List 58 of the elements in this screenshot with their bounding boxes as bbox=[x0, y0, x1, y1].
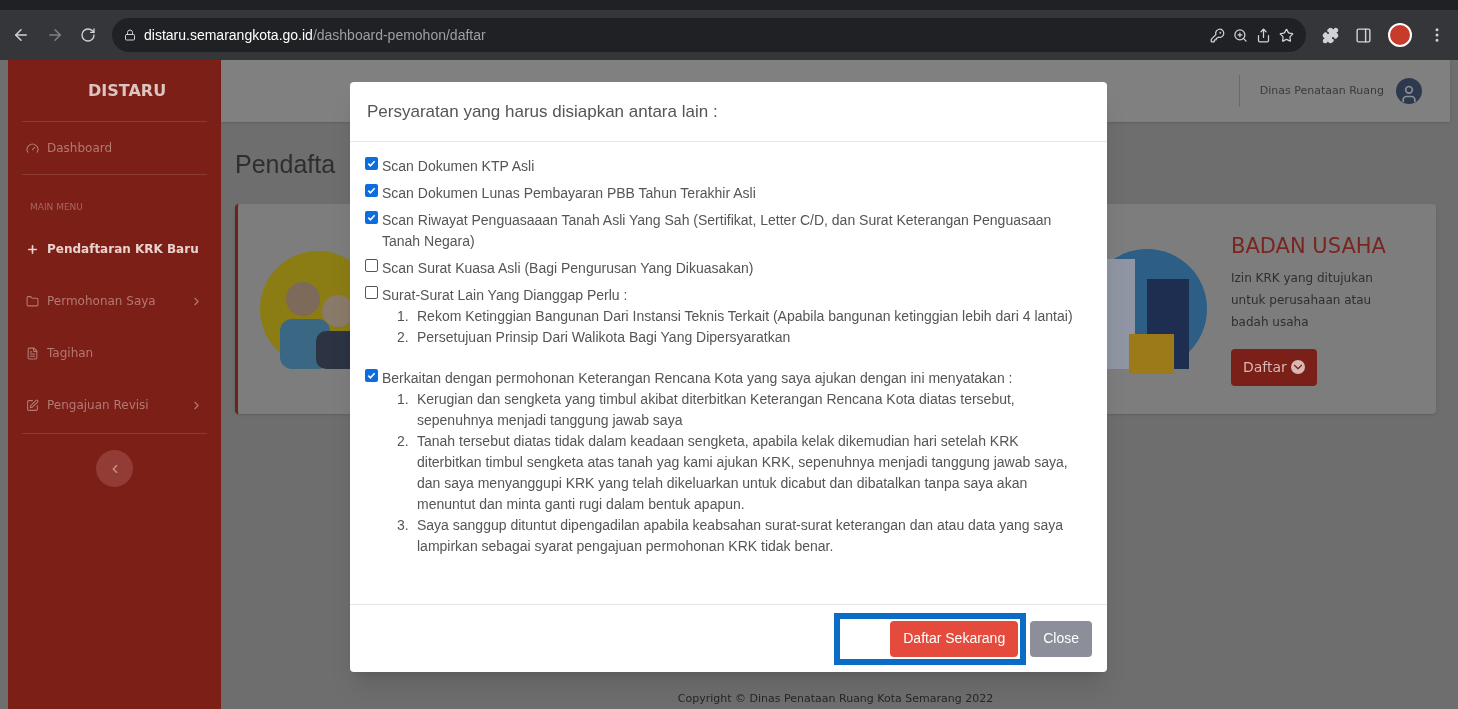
list-item-text: Persetujuan Prinsip Dari Walikota Bagi Yang Dipersyaratkan bbox=[417, 328, 791, 347]
sidebar-item[interactable]: Pengajuan Revisi bbox=[22, 379, 207, 431]
list-number: 2. bbox=[397, 433, 409, 449]
requirement-text: Surat-Surat Lain Yang Dianggap Perlu : bbox=[382, 286, 628, 305]
requirement-text: Scan Dokumen KTP Asli bbox=[382, 157, 535, 176]
list-item-text: Kerugian dan sengketa yang timbul akibat diterbitkan Keterangan Rencana Kota diatas tersebut, sepenuhnya menjadi tanggung jawab saya bbox=[417, 390, 1016, 430]
list-number: 1. bbox=[397, 308, 409, 324]
menu-item-icon bbox=[26, 242, 39, 256]
menu-item-icon bbox=[26, 398, 39, 412]
profile-avatar[interactable] bbox=[1388, 23, 1412, 47]
register-now-button[interactable]: Daftar Sekarang bbox=[890, 620, 1019, 657]
list-item-text: Rekom Ketinggian Bangunan Dari Instansi Teknis Terkait (Apabila bangunan ketinggian lebih dari 4 lantai) bbox=[417, 307, 1073, 326]
close-button[interactable]: Close bbox=[1030, 620, 1092, 657]
register-button[interactable]: Daftar bbox=[1231, 348, 1317, 386]
list-item-text: Tanah tersebut diatas tidak dalam keadaan sengketa, apabila kelak dikemudian hari setelah KRK diterbitkan timbul sengketa atas tanah yag kami ajukan KRK, sepenuhnya menjadi tanggung jawab saya, dan saya menyanggupi KRK yang telah dikeluarkan untuk dicabut dan dibatalkan tanpa saya akan menuntut dan minta ganti rugi dalam bentuk apapun. bbox=[417, 432, 1069, 514]
brand-name: DISTARU bbox=[88, 79, 167, 102]
list-number: 1. bbox=[397, 391, 409, 407]
checkbox[interactable] bbox=[365, 211, 378, 224]
checkbox[interactable] bbox=[365, 369, 378, 382]
modal-title: Persyaratan yang harus disiapkan antara lain : bbox=[367, 100, 718, 123]
share-icon[interactable] bbox=[1256, 27, 1271, 43]
menu-item-icon bbox=[26, 294, 39, 308]
sidebar-item[interactable]: Permohonan Saya bbox=[22, 275, 207, 327]
address-bar[interactable]: distaru.semarangkota.go.id/dashboard-pemohon/daftar bbox=[112, 18, 1306, 52]
sidebar-item[interactable]: Pendaftaran KRK Baru bbox=[22, 223, 207, 275]
sidebar-item[interactable]: Tagihan bbox=[22, 327, 207, 379]
side-panel-icon[interactable] bbox=[1355, 26, 1372, 44]
zoom-icon[interactable] bbox=[1233, 27, 1248, 43]
extensions-icon[interactable] bbox=[1322, 26, 1339, 44]
checkbox[interactable] bbox=[365, 157, 378, 170]
menu-item-icon bbox=[26, 141, 39, 155]
back-icon[interactable] bbox=[12, 26, 30, 44]
menu-item-icon bbox=[26, 346, 39, 360]
key-icon[interactable] bbox=[1210, 27, 1225, 43]
footer-copyright: Copyright © Dinas Penataan Ruang Kota Semarang 2022 bbox=[677, 690, 994, 707]
user-name: Dinas Penataan Ruang bbox=[1238, 74, 1384, 108]
list-number: 2. bbox=[397, 329, 409, 345]
url-text: distaru.semarangkota.go.id/dashboard-pemohon/daftar bbox=[144, 25, 486, 45]
card-title: BADAN USAHA bbox=[1231, 233, 1386, 261]
star-icon[interactable] bbox=[1279, 27, 1294, 43]
requirement-text: Scan Riwayat Penguasaaan Tanah Asli Yang Sah (Sertifikat, Letter C/D, dan Surat Keterangan Penguasaan Tanah Negara) bbox=[382, 211, 1053, 251]
requirement-text: Scan Surat Kuasa Asli (Bagi Pengurusan Yang Dikuasakan) bbox=[382, 259, 754, 278]
section-heading: MAIN MENU bbox=[30, 202, 83, 212]
lock-icon bbox=[124, 29, 136, 41]
card-description: Izin KRK yang ditujukan untuk perusahaan atau badah usaha bbox=[1231, 269, 1374, 331]
chevron-down-icon bbox=[1290, 360, 1305, 375]
checkbox[interactable] bbox=[365, 184, 378, 197]
requirement-text: Scan Dokumen Lunas Pembayaran PBB Tahun Terakhir Asli bbox=[382, 184, 756, 203]
sidebar-item[interactable]: Dashboard bbox=[22, 122, 207, 174]
list-item-text: Saya sanggup dituntut dipengadilan apabila keabsahan surat-surat keterangan dan atau data yang saya lampirkan sebagai syarat pengajuan permohonan KRK tidak benar. bbox=[417, 516, 1065, 556]
list-number: 3. bbox=[397, 517, 409, 533]
page-title: Pendafta bbox=[235, 149, 336, 180]
user-avatar[interactable] bbox=[1396, 78, 1422, 104]
checkbox[interactable] bbox=[365, 286, 378, 299]
checkbox[interactable] bbox=[365, 259, 378, 272]
forward-icon[interactable] bbox=[46, 26, 64, 44]
reload-icon[interactable] bbox=[80, 27, 96, 43]
requirement-text: Berkaitan dengan permohonan Keterangan Rencana Kota yang saya ajukan dengan ini menyatakan : bbox=[382, 369, 1013, 388]
